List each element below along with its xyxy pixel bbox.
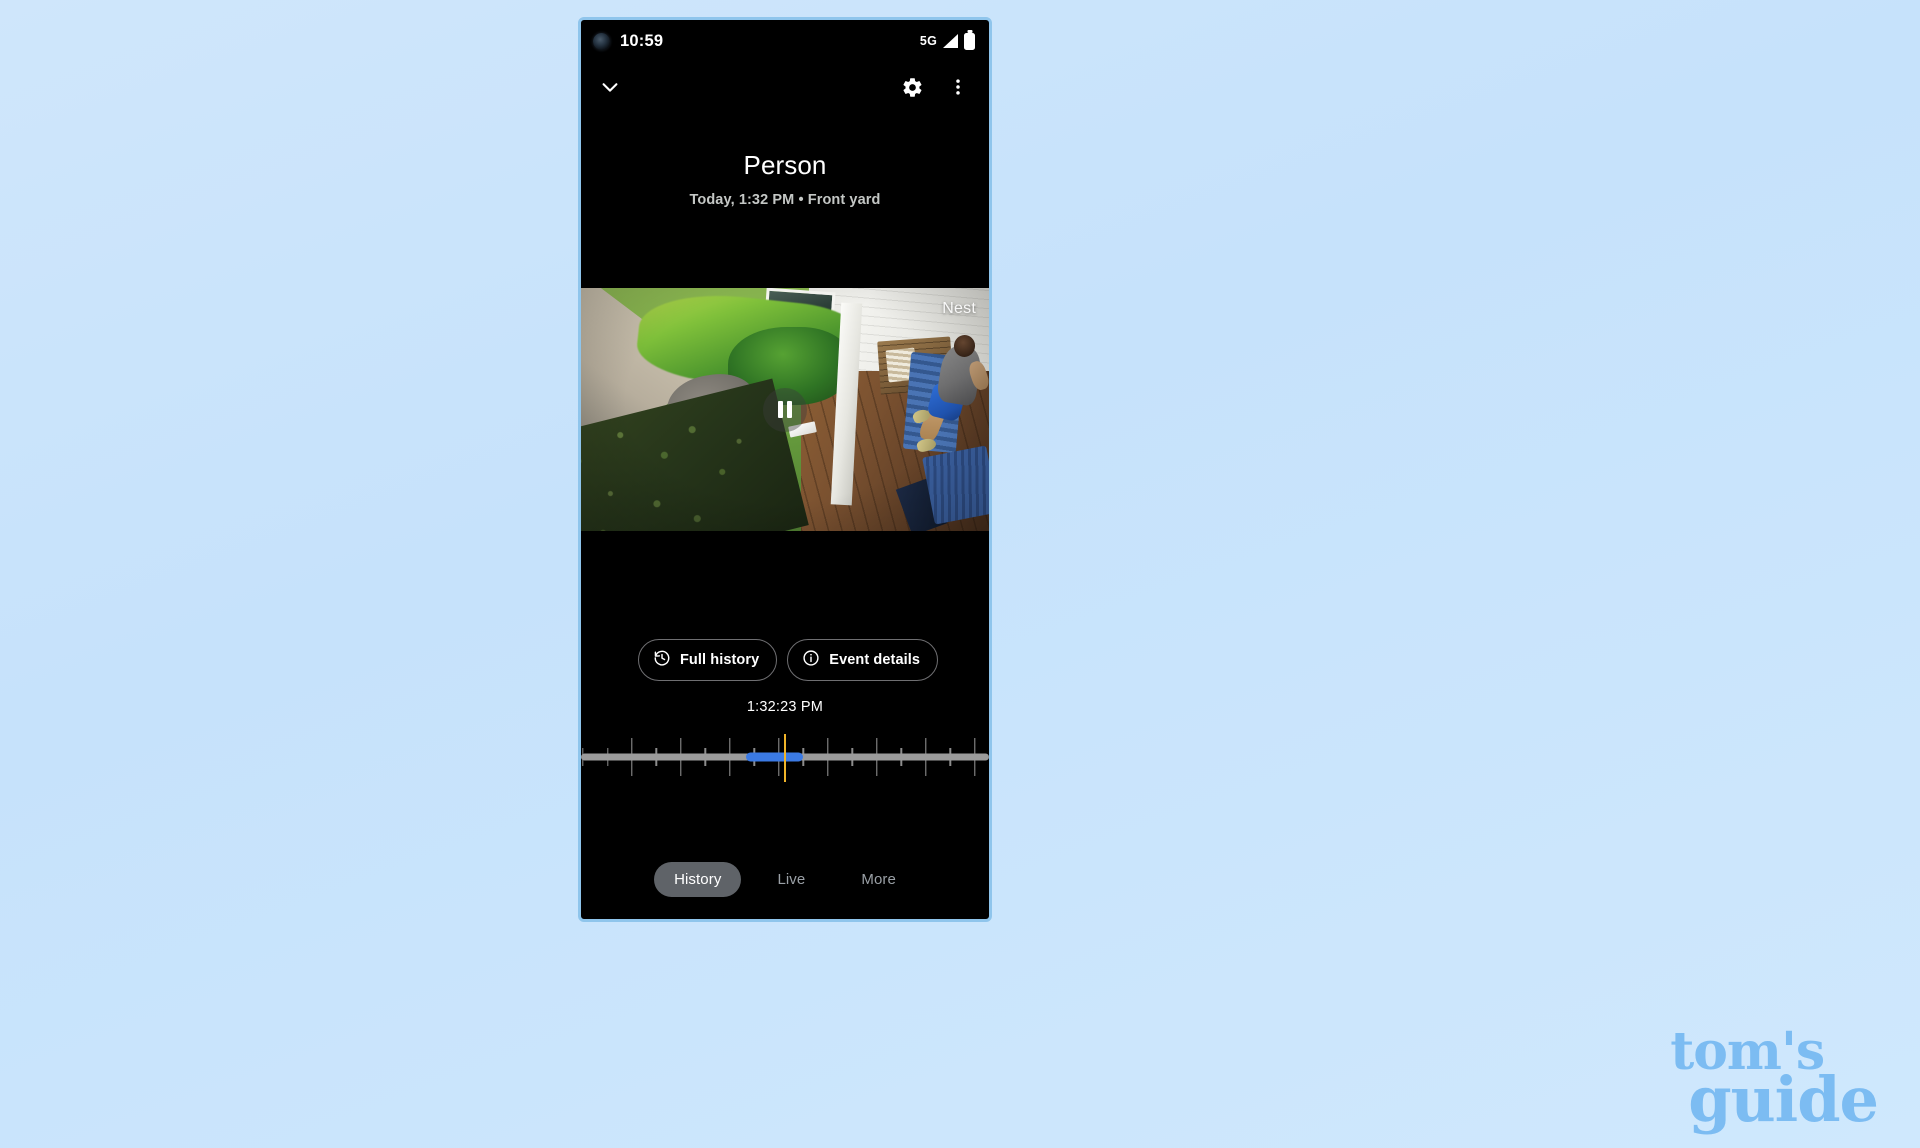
pause-icon[interactable]: [763, 387, 807, 432]
front-camera-punchhole-icon: [593, 32, 610, 50]
event-header: Person Today, 1:32 PM • Front yard: [581, 112, 989, 208]
event-title: Person: [743, 150, 827, 180]
status-bar-indicators: 5G: [919, 32, 975, 50]
timeline-event-segment[interactable]: [746, 752, 804, 762]
event-subtitle: Today, 1:32 PM • Front yard: [689, 192, 881, 208]
event-details-button-label: Event details: [829, 652, 921, 668]
app-bar-actions: [895, 70, 975, 104]
full-history-button-label: Full history: [679, 652, 760, 668]
full-history-button[interactable]: Full history: [637, 639, 778, 681]
signal-bars-icon: [943, 34, 958, 48]
app-bar: [581, 62, 989, 112]
network-type-label: 5G: [919, 34, 937, 48]
timeline-current-time: 1:32:23 PM: [746, 699, 824, 715]
event-details-button[interactable]: Event details: [787, 639, 939, 681]
tab-more[interactable]: More: [841, 862, 916, 897]
event-action-buttons: Full history Event details: [581, 639, 989, 681]
kebab-menu-icon[interactable]: [941, 70, 975, 104]
toms-guide-logo-line2: guide: [1688, 1063, 1879, 1137]
info-circle-icon: [802, 649, 820, 671]
battery-full-icon: [964, 32, 975, 50]
phone-device-frame: 10:59 5G Person Today, 1:32 PM • Front y…: [578, 17, 992, 922]
chevron-down-icon[interactable]: [593, 70, 627, 104]
status-bar-clock: 10:59: [620, 31, 664, 50]
toms-guide-logo: tom's guide: [1670, 1025, 1879, 1137]
timeline-scrubber[interactable]: [581, 728, 989, 786]
timeline-section: 1:32:23 PM: [581, 699, 989, 786]
tab-history[interactable]: History: [654, 862, 742, 897]
video-player[interactable]: Nest: [581, 288, 989, 531]
bottom-tab-bar: History Live More: [581, 862, 989, 919]
status-bar: 10:59 5G: [581, 20, 989, 62]
tab-live[interactable]: Live: [757, 862, 825, 897]
gear-icon[interactable]: [895, 70, 929, 104]
timeline-playhead[interactable]: [784, 734, 786, 782]
history-clock-icon: [653, 649, 671, 671]
